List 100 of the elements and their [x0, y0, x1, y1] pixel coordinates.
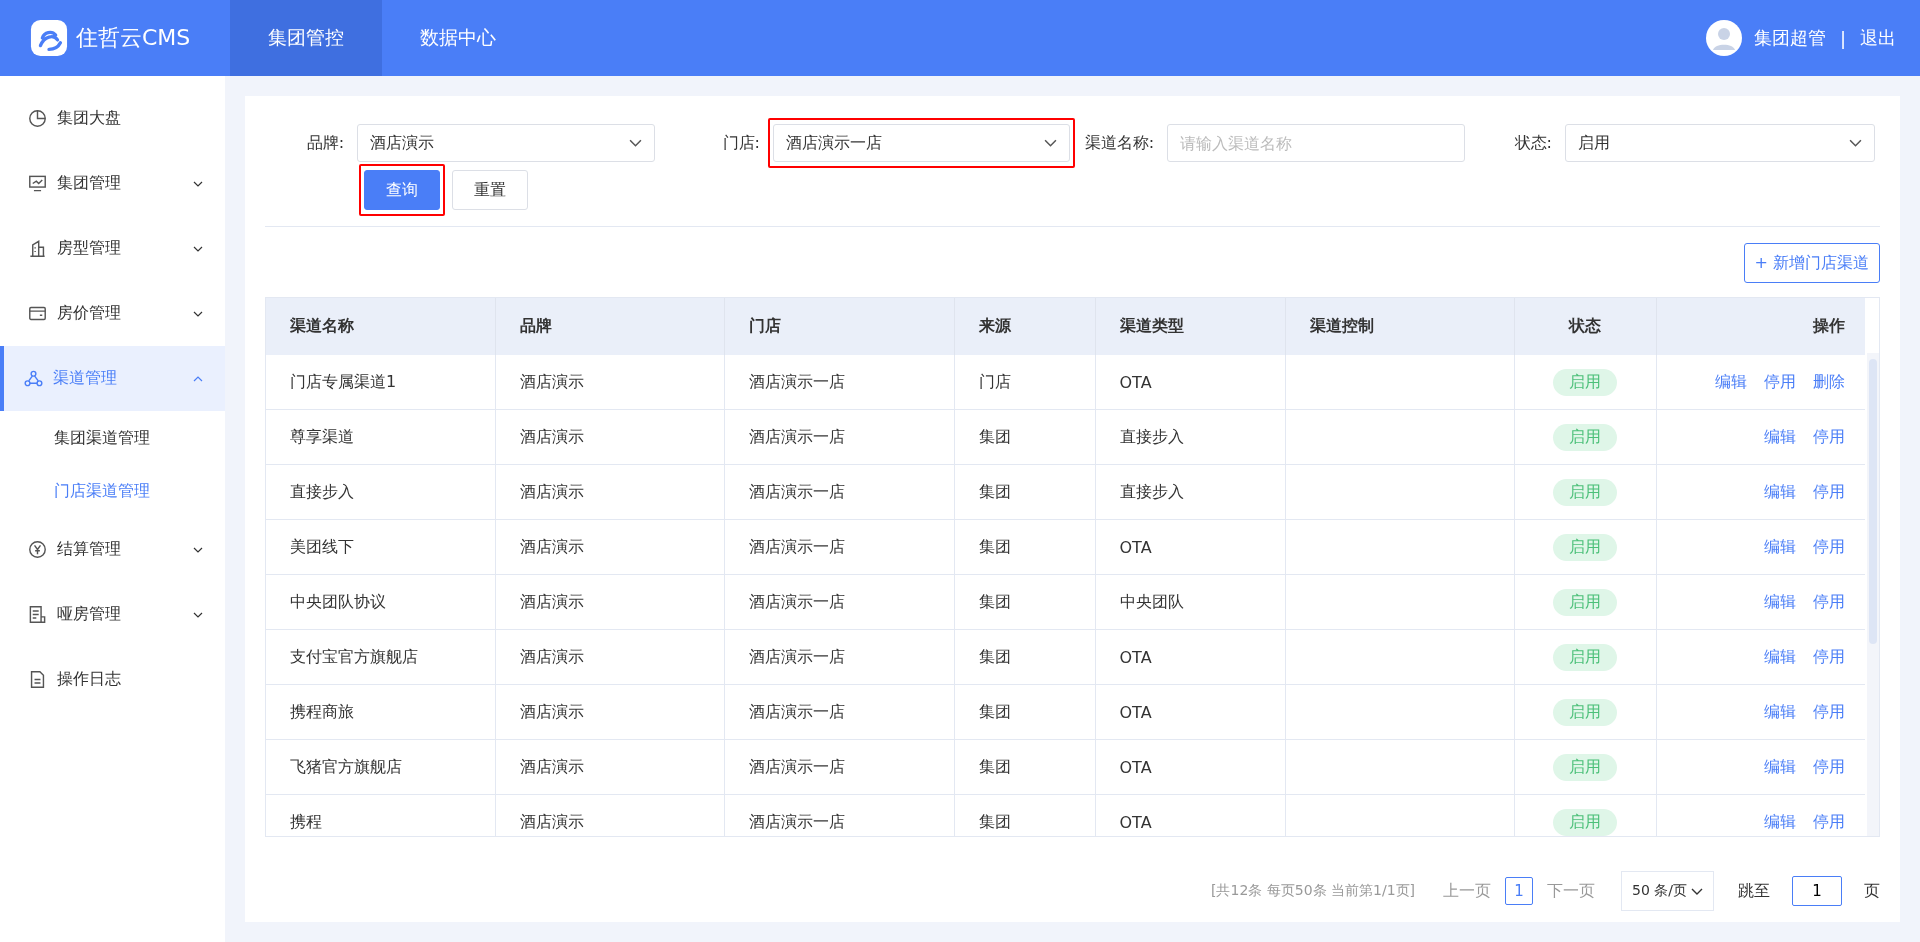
action-link[interactable]: 编辑 [1715, 371, 1747, 391]
sidebar-item[interactable]: 渠道管理 [0, 346, 225, 411]
logo-icon [30, 19, 68, 57]
page-summary: [共12条 每页50条 当前第1/1页] [1211, 882, 1415, 900]
document-icon [28, 670, 47, 689]
sidebar-subitem[interactable]: 集团渠道管理 [0, 411, 225, 464]
table-cell: 酒店演示一店 [724, 739, 954, 795]
action-link[interactable]: 停用 [1813, 646, 1845, 666]
column-header: 渠道控制 [1285, 298, 1514, 355]
action-link[interactable]: 编辑 [1764, 536, 1796, 556]
sidebar-subitem[interactable]: 门店渠道管理 [0, 464, 225, 517]
table-cell: 集团 [954, 519, 1095, 575]
table-cell: 酒店演示一店 [724, 684, 954, 740]
table-cell: 集团 [954, 739, 1095, 795]
action-link[interactable]: 停用 [1813, 481, 1845, 501]
action-link[interactable]: 删除 [1813, 371, 1845, 391]
select-field[interactable]: 酒店演示 [357, 124, 656, 162]
sidebar-item[interactable]: 房价管理 [0, 281, 225, 346]
sidebar-item[interactable]: 集团大盘 [0, 86, 225, 151]
page-unit: 页 [1864, 880, 1880, 902]
pie-chart-icon [28, 109, 47, 128]
select-field[interactable]: 启用 [1565, 124, 1875, 162]
table-cell: 集团 [954, 409, 1095, 465]
logout-link[interactable]: 退出 [1860, 26, 1896, 50]
logo-text: 住哲云CMS [76, 24, 191, 52]
column-header: 品牌 [495, 298, 724, 355]
action-link[interactable]: 编辑 [1764, 481, 1796, 501]
next-page-link[interactable]: 下一页 [1547, 880, 1595, 902]
table-cell: 酒店演示 [495, 794, 724, 836]
caret-icon [193, 310, 203, 317]
table-cell: OTA [1095, 684, 1285, 740]
nav-tab[interactable]: 数据中心 [382, 0, 534, 76]
page-size-select[interactable]: 50 条/页 [1621, 871, 1714, 911]
column-header: 门店 [724, 298, 954, 355]
action-link[interactable]: 编辑 [1764, 646, 1796, 666]
action-link[interactable]: 停用 [1813, 701, 1845, 721]
status-badge: 启用 [1552, 478, 1617, 506]
action-link[interactable]: 停用 [1813, 426, 1845, 446]
sidebar-item[interactable]: 哑房管理 [0, 582, 225, 647]
table-cell: 酒店演示 [495, 409, 724, 465]
user-name: 集团超管 [1753, 26, 1826, 50]
status-badge: 启用 [1552, 533, 1617, 561]
table-cell: 酒店演示 [495, 629, 724, 685]
field-label: 门店: [722, 132, 760, 154]
table-cell: 支付宝官方旗舰店 [266, 629, 495, 685]
caret-icon [193, 375, 203, 382]
table-cell: 尊享渠道 [266, 409, 495, 465]
table-cell: 携程商旅 [266, 684, 495, 740]
status-badge: 启用 [1552, 808, 1617, 836]
caret-icon [193, 611, 203, 618]
nav-tab[interactable]: 集团管控 [230, 0, 382, 76]
table-cell: 酒店演示 [495, 739, 724, 795]
status-badge: 启用 [1552, 643, 1617, 671]
action-link[interactable]: 编辑 [1764, 591, 1796, 611]
table-cell: 集团 [954, 629, 1095, 685]
action-link[interactable]: 停用 [1813, 536, 1845, 556]
field-label: 渠道名称: [1084, 132, 1155, 154]
caret-icon [193, 180, 203, 187]
page-input[interactable]: 1 [1792, 876, 1842, 906]
sidebar-item[interactable]: 集团管理 [0, 151, 225, 216]
table-cell: 集团 [954, 464, 1095, 520]
sidebar-item[interactable]: 结算管理 [0, 517, 225, 582]
table-cell: 飞猪官方旗舰店 [266, 739, 495, 795]
table-cell: OTA [1095, 629, 1285, 685]
status-badge: 启用 [1552, 368, 1617, 396]
query-button[interactable]: 查询 [364, 170, 440, 210]
chevron-down-icon [1043, 139, 1057, 147]
column-header: 渠道类型 [1095, 298, 1285, 355]
separator: | [1839, 27, 1846, 49]
table-cell: 酒店演示一店 [724, 794, 954, 836]
sidebar-item[interactable]: 房型管理 [0, 216, 225, 281]
table-cell: 门店 [954, 355, 1095, 410]
page-number[interactable]: 1 [1505, 877, 1533, 905]
prev-page-link[interactable]: 上一页 [1443, 880, 1491, 902]
table-cell: 酒店演示一店 [724, 409, 954, 465]
jump-label: 跳至 [1738, 880, 1770, 902]
action-link[interactable]: 编辑 [1764, 426, 1796, 446]
reset-button[interactable]: 重置 [452, 170, 528, 210]
action-link[interactable]: 停用 [1764, 371, 1796, 391]
action-link[interactable]: 停用 [1813, 811, 1845, 831]
action-link[interactable]: 编辑 [1764, 701, 1796, 721]
action-link[interactable]: 编辑 [1764, 756, 1796, 776]
table-cell: OTA [1095, 519, 1285, 575]
sidebar-item[interactable]: 操作日志 [0, 647, 225, 712]
action-link[interactable]: 停用 [1813, 591, 1845, 611]
input-field[interactable]: 请输入渠道名称 [1167, 124, 1466, 162]
action-link[interactable]: 编辑 [1764, 811, 1796, 831]
action-link[interactable]: 停用 [1813, 756, 1845, 776]
yen-icon [28, 540, 47, 559]
column-header: 状态 [1514, 298, 1656, 355]
column-header: 渠道名称 [266, 298, 495, 355]
status-badge: 启用 [1552, 753, 1617, 781]
table-cell: 酒店演示 [495, 684, 724, 740]
table-cell: 携程 [266, 794, 495, 836]
select-field[interactable]: 酒店演示一店 [772, 124, 1070, 162]
status-badge: 启用 [1552, 423, 1617, 451]
add-button[interactable]: + 新增门店渠道 [1743, 243, 1880, 283]
field-label: 状态: [1514, 132, 1552, 154]
chevron-down-icon [1691, 887, 1703, 895]
table-cell: OTA [1095, 355, 1285, 410]
